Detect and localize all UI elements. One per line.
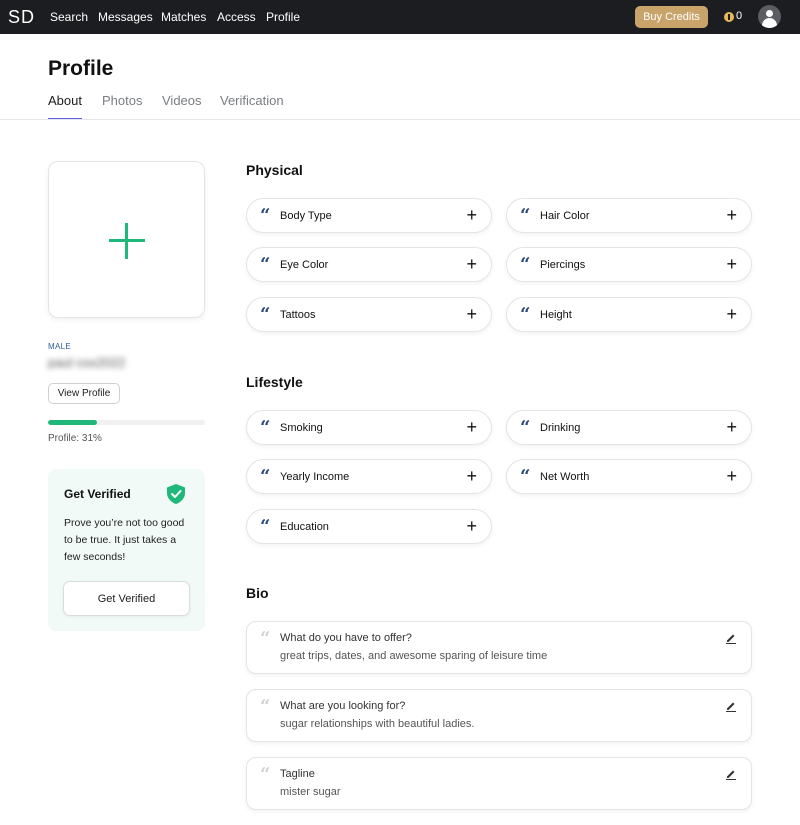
add-icon[interactable]: +: [466, 516, 477, 536]
attribute-label: Net Worth: [540, 471, 590, 483]
profile-progress-label: Profile: 31%: [48, 433, 102, 444]
edit-pencil-icon[interactable]: [725, 700, 737, 712]
bio-question: Tagline: [280, 768, 315, 780]
add-icon[interactable]: +: [726, 417, 737, 437]
add-icon[interactable]: +: [466, 254, 477, 274]
section-title-lifestyle: Lifestyle: [246, 374, 303, 390]
section-title-bio: Bio: [246, 585, 269, 601]
credits-count: 0: [736, 10, 743, 22]
bio-answer: sugar relationships with beautiful ladie…: [280, 718, 475, 730]
add-icon[interactable]: +: [726, 254, 737, 274]
quote-icon: “: [260, 516, 271, 537]
edit-pencil-icon[interactable]: [725, 768, 737, 780]
attribute-height[interactable]: “ Height +: [506, 297, 752, 332]
section-title-physical: Physical: [246, 162, 303, 178]
attribute-label: Body Type: [280, 210, 332, 222]
attribute-drinking[interactable]: “ Drinking +: [506, 410, 752, 445]
get-verified-button[interactable]: Get Verified: [63, 581, 190, 616]
get-verified-text: Prove you’re not too good to be true. It…: [64, 517, 185, 563]
nav-link-messages[interactable]: Messages: [98, 10, 153, 24]
quote-icon: “: [260, 205, 271, 226]
bio-item-looking-for[interactable]: “ What are you looking for? sugar relati…: [246, 689, 752, 742]
nav-link-profile[interactable]: Profile: [266, 10, 300, 24]
attribute-label: Piercings: [540, 259, 586, 271]
attribute-label: Smoking: [280, 422, 323, 434]
username: paul cox2022: [48, 355, 126, 370]
nav-link-access[interactable]: Access: [217, 10, 256, 24]
add-icon[interactable]: +: [726, 205, 737, 225]
edit-pencil-icon[interactable]: [725, 632, 737, 644]
tab-about[interactable]: About: [48, 93, 82, 108]
page-title: Profile: [48, 57, 114, 80]
gender-label: MALE: [48, 342, 71, 351]
tab-photos[interactable]: Photos: [102, 93, 142, 108]
nav-link-search[interactable]: Search: [50, 10, 88, 24]
bio-item-offer[interactable]: “ What do you have to offer? great trips…: [246, 621, 752, 674]
profile-progress-bar: [48, 420, 205, 425]
add-icon[interactable]: +: [466, 205, 477, 225]
quote-icon: “: [520, 304, 531, 325]
bio-item-tagline[interactable]: “ Tagline mister sugar: [246, 757, 752, 810]
nav-link-matches[interactable]: Matches: [161, 10, 206, 24]
add-icon[interactable]: +: [466, 417, 477, 437]
bio-question: What do you have to offer?: [280, 632, 412, 644]
attribute-yearly-income[interactable]: “ Yearly Income +: [246, 459, 492, 494]
get-verified-title: Get Verified: [64, 487, 131, 501]
top-navigation-bar: SD Search Messages Matches Access Profil…: [0, 0, 800, 34]
quote-icon: “: [520, 254, 531, 275]
attribute-label: Eye Color: [280, 259, 329, 271]
quote-icon: “: [260, 417, 271, 438]
add-icon[interactable]: +: [726, 466, 737, 486]
attribute-education[interactable]: “ Education +: [246, 509, 492, 544]
profile-progress-fill: [48, 420, 97, 425]
view-profile-button[interactable]: View Profile: [48, 383, 120, 404]
quote-icon: “: [260, 466, 271, 487]
attribute-smoking[interactable]: “ Smoking +: [246, 410, 492, 445]
tab-verification[interactable]: Verification: [220, 93, 284, 108]
quote-icon: “: [260, 628, 271, 649]
add-photo-button[interactable]: [48, 161, 205, 318]
attribute-label: Hair Color: [540, 210, 590, 222]
quote-icon: “: [260, 304, 271, 325]
buy-credits-button[interactable]: Buy Credits: [635, 6, 708, 28]
quote-icon: “: [520, 466, 531, 487]
attribute-eye-color[interactable]: “ Eye Color +: [246, 247, 492, 282]
quote-icon: “: [260, 254, 271, 275]
attribute-label: Education: [280, 521, 329, 533]
quote-icon: “: [520, 205, 531, 226]
attribute-hair-color[interactable]: “ Hair Color +: [506, 198, 752, 233]
quote-icon: “: [260, 764, 271, 785]
logo[interactable]: SD: [8, 7, 35, 28]
attribute-label: Drinking: [540, 422, 581, 434]
add-icon[interactable]: +: [726, 304, 737, 324]
shield-check-icon: [167, 484, 185, 504]
bio-answer: great trips, dates, and awesome sparing …: [280, 650, 548, 662]
attribute-body-type[interactable]: “ Body Type +: [246, 198, 492, 233]
attribute-label: Height: [540, 309, 572, 321]
attribute-piercings[interactable]: “ Piercings +: [506, 247, 752, 282]
get-verified-card: Get Verified Prove you’re not too good t…: [48, 469, 205, 631]
attribute-label: Yearly Income: [280, 471, 350, 483]
tab-videos[interactable]: Videos: [162, 93, 202, 108]
credits-coin-icon: [724, 12, 734, 22]
attribute-net-worth[interactable]: “ Net Worth +: [506, 459, 752, 494]
add-icon[interactable]: +: [466, 304, 477, 324]
add-icon[interactable]: +: [466, 466, 477, 486]
bio-answer: mister sugar: [280, 786, 341, 798]
quote-icon: “: [260, 696, 271, 717]
quote-icon: “: [520, 417, 531, 438]
attribute-label: Tattoos: [280, 309, 316, 321]
user-avatar-icon[interactable]: [758, 5, 781, 28]
bio-question: What are you looking for?: [280, 700, 406, 712]
header-divider: [0, 119, 800, 120]
attribute-tattoos[interactable]: “ Tattoos +: [246, 297, 492, 332]
